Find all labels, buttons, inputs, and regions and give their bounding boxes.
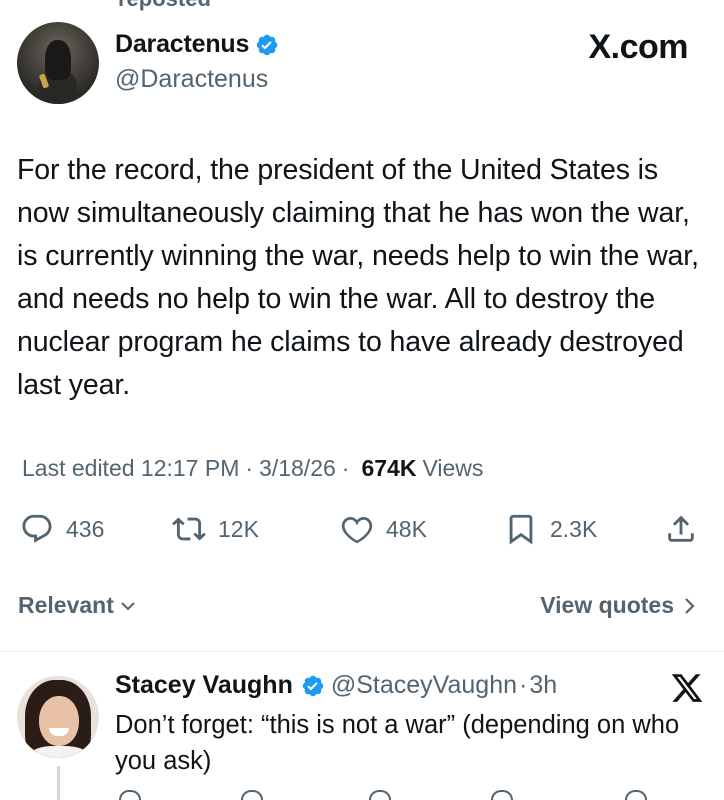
- meta-separator: ·: [341, 455, 350, 481]
- sort-label: Relevant: [18, 592, 114, 618]
- thread-line: [57, 766, 60, 800]
- site-watermark: X.com: [588, 28, 688, 66]
- tweet-date[interactable]: 3/18/26: [259, 455, 336, 482]
- tweet-meta: Last edited 12:17 PM · 3/18/26 · 674K Vi…: [22, 455, 483, 482]
- reply-count: 436: [66, 515, 105, 542]
- bookmark-button[interactable]: 2.3K: [504, 512, 597, 546]
- verified-badge-icon: [302, 675, 324, 696]
- meta-separator: ·: [245, 455, 254, 481]
- views-count: 674K: [361, 455, 417, 481]
- bookmark-count: 2.3K: [550, 515, 598, 542]
- reply-button[interactable]: 436: [20, 512, 104, 546]
- reply-sort-bar: Relevant View quotes: [18, 592, 704, 624]
- reply-author-name[interactable]: Stacey Vaughn: [115, 671, 293, 700]
- heart-icon: [341, 516, 373, 544]
- reply-actions-partial: [115, 790, 675, 800]
- reply-author-avatar[interactable]: [17, 676, 99, 758]
- tweet-text: For the record, the president of the Uni…: [17, 154, 699, 401]
- chevron-down-icon: [121, 601, 135, 610]
- bookmark-icon: [509, 514, 533, 545]
- author-name[interactable]: Daractenus: [115, 30, 249, 59]
- like-count: 48K: [386, 515, 427, 542]
- reply-author-handle[interactable]: @StaceyVaughn: [331, 671, 517, 700]
- reposted-label: reposted: [118, 0, 211, 12]
- tweet-actions: 436 12K 48K 2.3K: [20, 512, 704, 552]
- repost-button[interactable]: 12K: [172, 512, 259, 546]
- repost-arrows-icon: [172, 517, 206, 541]
- share-upload-icon: [668, 515, 694, 542]
- views-label: Views: [422, 455, 484, 481]
- reply-separator: ·: [519, 671, 528, 699]
- edited-time[interactable]: Last edited 12:17 PM: [22, 455, 239, 482]
- x-logo-icon: [671, 674, 703, 702]
- author-block: Daractenus @Daractenus: [115, 30, 279, 94]
- chevron-right-icon: [685, 597, 695, 614]
- reply-text: Don’t forget: “this is not a war” (depen…: [115, 711, 680, 775]
- verified-badge-icon: [256, 34, 278, 55]
- author-avatar[interactable]: [17, 22, 99, 104]
- view-quotes-link[interactable]: View quotes: [540, 592, 696, 619]
- share-button[interactable]: [664, 512, 698, 546]
- author-handle[interactable]: @Daractenus: [115, 65, 279, 94]
- divider: [0, 651, 724, 652]
- reply-header: Stacey Vaughn @StaceyVaughn · 3h: [115, 671, 557, 700]
- sort-dropdown[interactable]: Relevant: [18, 592, 136, 619]
- reply-time[interactable]: 3h: [529, 671, 557, 700]
- repost-count: 12K: [218, 515, 259, 542]
- reply-bubble-icon: [22, 514, 52, 543]
- view-quotes-label: View quotes: [540, 592, 674, 618]
- like-button[interactable]: 48K: [340, 512, 427, 546]
